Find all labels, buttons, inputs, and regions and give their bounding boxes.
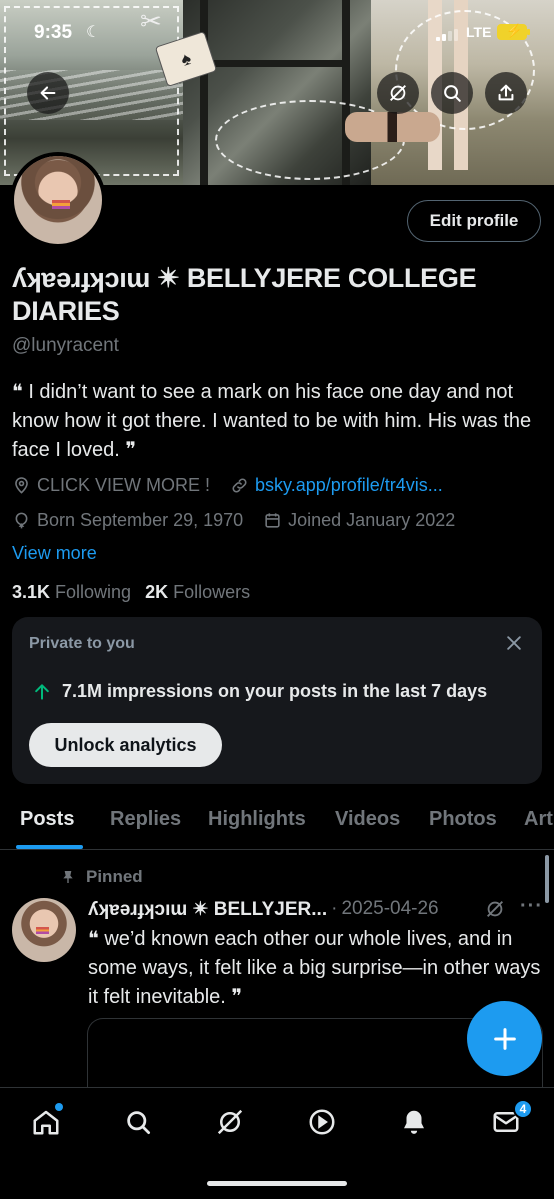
nav-messages[interactable]: 4 <box>490 1099 533 1138</box>
arrow-up-icon <box>35 683 49 700</box>
unlock-analytics-button[interactable]: Unlock analytics <box>29 723 222 767</box>
post-author-name[interactable]: ʎʞɐǝɹɟʞɔıɯ ✴ BELLYJER... <box>88 898 327 921</box>
compose-post-button[interactable] <box>467 1001 542 1076</box>
tab-videos[interactable]: Videos <box>335 808 400 831</box>
grok-icon <box>217 1109 243 1135</box>
active-tab-indicator <box>16 845 83 849</box>
nav-notifications[interactable] <box>398 1106 430 1138</box>
scissors-icon: ✂ <box>140 6 162 36</box>
profile-avatar[interactable] <box>10 152 106 248</box>
home-notification-dot <box>55 1103 63 1111</box>
post-avatar[interactable] <box>12 898 76 962</box>
profile-joined-date: Joined January 2022 <box>288 509 456 530</box>
grok-button[interactable] <box>377 72 419 114</box>
post-date[interactable]: 2025-04-26 <box>341 898 438 920</box>
status-time: 9:35 <box>34 22 73 43</box>
tab-posts[interactable]: Posts <box>20 808 74 831</box>
following-link[interactable]: 3.1K Following <box>12 582 131 603</box>
post-text: ❝ we’d known each other our whole lives,… <box>88 928 541 1008</box>
close-icon[interactable] <box>504 633 524 653</box>
back-button[interactable] <box>27 72 69 114</box>
user-handle: @lunyracent <box>12 335 119 356</box>
nav-grok[interactable] <box>214 1106 246 1138</box>
battery-icon: ⚡ <box>497 23 530 40</box>
network-type: LTE <box>466 24 492 40</box>
profile-bio: ❝ I didn’t want to see a mark on his fac… <box>12 381 532 461</box>
video-icon <box>309 1109 335 1135</box>
notifications-icon <box>404 1110 424 1134</box>
profile-location: CLICK VIEW MORE ! <box>37 474 211 495</box>
tab-photos[interactable]: Photos <box>429 808 497 831</box>
edit-profile-button[interactable]: Edit profile <box>407 200 541 242</box>
profile-birthday: Born September 29, 1970 <box>37 509 244 530</box>
pinned-indicator: Pinned <box>60 867 143 887</box>
signal-icon <box>436 29 458 41</box>
grok-icon[interactable] <box>484 898 506 920</box>
balloon-icon <box>15 512 28 528</box>
grok-icon <box>390 85 406 101</box>
impressions-stat: 7.1M impressions on your posts in the la… <box>32 681 487 702</box>
search-icon <box>127 1111 150 1134</box>
share-button[interactable] <box>485 72 527 114</box>
profile-tabs: Posts Replies Highlights Videos Photos A… <box>0 798 554 850</box>
banner-eyes-sticker <box>345 112 440 142</box>
pride-flag-sticker <box>52 200 70 209</box>
nav-home[interactable] <box>30 1103 63 1138</box>
profile-meta-row-1: CLICK VIEW MORE ! bsky.app/profile/tr4vi… <box>12 473 463 497</box>
messages-badge: 4 <box>513 1099 533 1119</box>
arrow-left-icon <box>40 86 56 100</box>
calendar-icon <box>265 512 280 528</box>
post-header: ʎʞɐǝɹɟʞɔıɯ ✴ BELLYJER... · 2025-04-26 <box>88 898 439 921</box>
location-icon <box>15 476 28 494</box>
moon-icon: ☾ <box>86 24 101 41</box>
followers-link[interactable]: 2K Followers <box>145 582 250 603</box>
home-indicator[interactable] <box>207 1181 347 1186</box>
analytics-card: Private to you 7.1M impressions on your … <box>12 617 542 784</box>
private-label: Private to you <box>29 635 135 652</box>
nav-video[interactable] <box>306 1106 338 1138</box>
search-button[interactable] <box>431 72 473 114</box>
pin-icon <box>63 871 73 883</box>
link-icon <box>232 477 247 493</box>
share-icon <box>498 84 514 101</box>
profile-website-link[interactable]: bsky.app/profile/tr4vis... <box>255 475 443 496</box>
nav-search[interactable] <box>122 1106 154 1138</box>
more-options-icon[interactable]: ··· <box>520 895 543 918</box>
home-icon <box>33 1110 59 1135</box>
display-name: ʎʞɐǝɹɟʞɔıɯ ✴ BELLYJERE COLLEGE DIARIES <box>12 263 477 326</box>
plus-icon <box>493 1027 516 1050</box>
tab-highlights[interactable]: Highlights <box>208 808 306 831</box>
tab-replies[interactable]: Replies <box>110 808 181 831</box>
tab-art[interactable]: Art <box>524 808 553 831</box>
search-icon <box>444 85 461 102</box>
profile-meta-row-2: Born September 29, 1970 Joined January 2… <box>12 508 475 532</box>
follow-stats: 3.1K Following 2K Followers <box>12 582 264 603</box>
scrollbar[interactable] <box>545 855 549 903</box>
view-more-link[interactable]: View more <box>12 543 97 564</box>
